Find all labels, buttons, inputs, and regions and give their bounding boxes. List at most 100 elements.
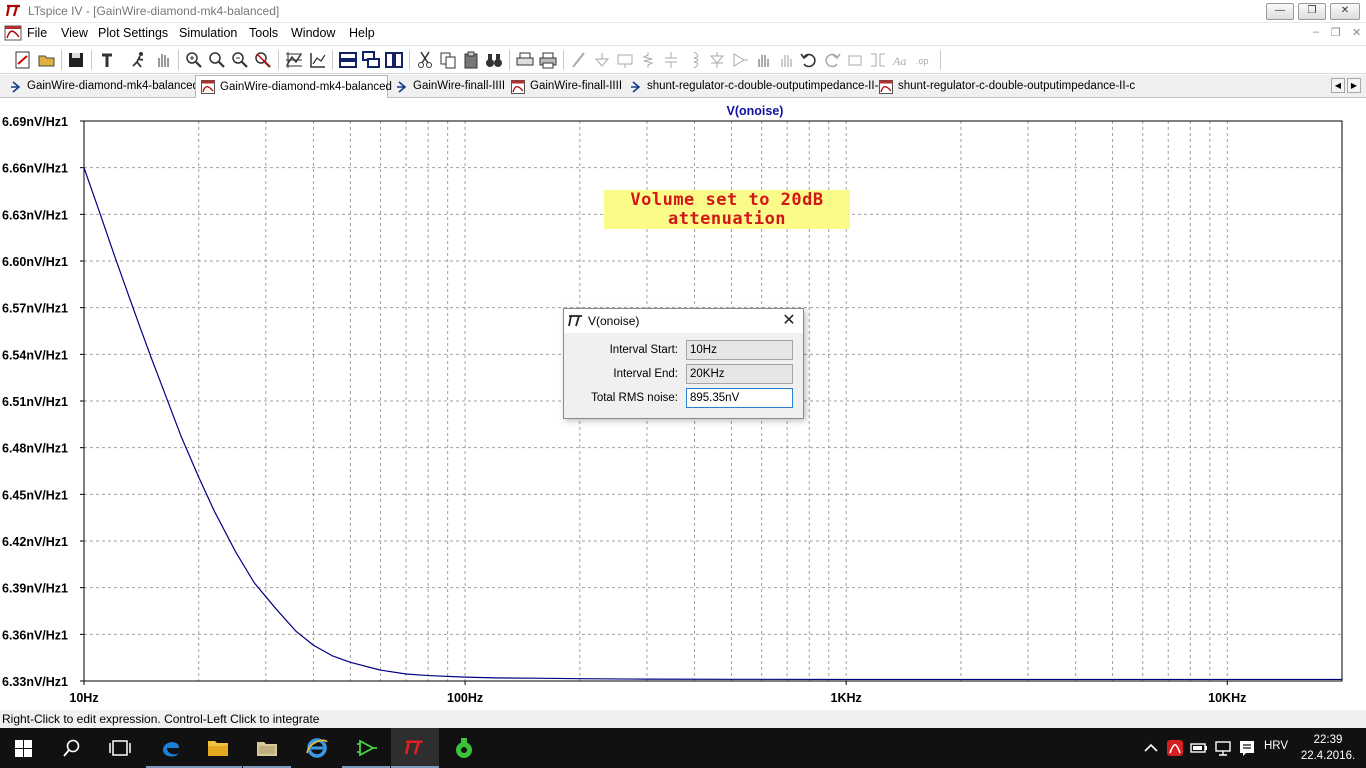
zoom-out-icon[interactable] (230, 50, 250, 70)
tab-gainwire-diamond-waveform[interactable]: GainWire-diamond-mk4-balanced (195, 75, 392, 98)
interval-end-label: Interval End: (613, 368, 678, 380)
tab-gainwire-finall-waveform[interactable]: GainWire-finall-IIII (506, 77, 622, 97)
mdi-minimize-button[interactable]: – (1313, 26, 1319, 38)
close-button[interactable]: ✕ (1330, 3, 1360, 20)
annotation-line-1: Volume set to 20dB (630, 190, 824, 210)
run-simulation-icon[interactable] (129, 50, 149, 70)
cut-scissors-icon[interactable] (415, 50, 435, 70)
show-hidden-icons-icon[interactable] (1142, 739, 1160, 757)
notifications-icon[interactable] (1238, 739, 1256, 757)
print-setup-icon[interactable] (515, 50, 535, 70)
find-binoculars-icon[interactable] (484, 50, 504, 70)
tab-label: shunt-regulator-c-double-outputimpedance… (898, 80, 1136, 92)
taskbar-ltspice-schematic[interactable] (342, 728, 390, 768)
battery-icon[interactable] (1190, 739, 1208, 757)
y-tick-label: 6.69nV/Hz1 (2, 115, 68, 129)
mdi-close-button[interactable]: ✕ (1352, 26, 1361, 39)
zoom-pan-icon[interactable] (207, 50, 227, 70)
text-icon: Aa (891, 50, 911, 70)
new-schematic-icon[interactable] (13, 50, 33, 70)
save-icon[interactable] (66, 50, 86, 70)
menu-file[interactable]: File (27, 26, 47, 40)
svg-text:Aa: Aa (892, 54, 906, 68)
menu-window[interactable]: Window (291, 26, 335, 40)
acrobat-tray-icon[interactable] (1166, 739, 1184, 757)
menu-view[interactable]: View (61, 26, 88, 40)
taskbar-ltspice-active[interactable] (391, 728, 439, 768)
tab-label: GainWire-diamond-mk4-balanced (220, 81, 392, 93)
delete-plot-icon[interactable] (308, 50, 328, 70)
cascade-windows-icon[interactable] (361, 50, 381, 70)
menu-help[interactable]: Help (349, 26, 375, 40)
taskbar-edge[interactable] (146, 728, 194, 768)
label-net-icon (615, 50, 635, 70)
halt-hand-icon[interactable] (153, 50, 173, 70)
print-icon[interactable] (538, 50, 558, 70)
dialog-close-icon[interactable]: ✕ (780, 312, 798, 330)
zoom-cancel-icon[interactable] (253, 50, 273, 70)
y-tick-label: 6.39nV/Hz1 (2, 582, 68, 596)
tab-label: GainWire-finall-IIII (413, 80, 506, 92)
ground-icon (592, 50, 612, 70)
tile-vertical-icon[interactable] (384, 50, 404, 70)
windows-taskbar: HRV 22:39 22.4.2016. (0, 728, 1366, 768)
schematic-icon (11, 81, 21, 93)
ltspice-app-icon (405, 740, 423, 755)
waveform-icon (201, 80, 215, 94)
copy-icon[interactable] (438, 50, 458, 70)
capacitor-icon (661, 50, 681, 70)
menu-simulation[interactable]: Simulation (179, 26, 237, 40)
document-waveform-icon[interactable] (4, 25, 22, 41)
start-button[interactable] (0, 728, 48, 768)
taskbar-folder-window[interactable] (243, 728, 291, 768)
opamp-schematic-icon (357, 739, 377, 757)
tab-scroll-right-button[interactable]: ▶ (1347, 78, 1361, 93)
y-tick-label: 6.60nV/Hz1 (2, 255, 68, 269)
minimize-button[interactable]: — (1266, 3, 1294, 20)
tab-gainwire-diamond-schematic[interactable]: GainWire-diamond-mk4-balanced (3, 77, 199, 97)
taskbar-file-explorer[interactable] (194, 728, 242, 768)
interval-end-field[interactable] (686, 364, 793, 384)
tab-label: shunt-regulator-c-double-outputimpedance… (647, 80, 885, 92)
y-tick-label: 6.54nV/Hz1 (2, 348, 68, 362)
system-clock[interactable]: 22:39 22.4.2016. (1296, 732, 1360, 764)
control-panel-hammer-icon[interactable] (98, 50, 118, 70)
y-tick-label: 6.63nV/Hz1 (2, 208, 68, 222)
menu-plot-settings[interactable]: Plot Settings (98, 26, 168, 40)
spice-directive-icon: .op (914, 50, 934, 70)
tab-shunt-regulator-schematic[interactable]: shunt-regulator-c-double-outputimpedance… (623, 77, 884, 97)
y-tick-label: 6.66nV/Hz1 (2, 162, 68, 176)
y-tick-label: 6.36nV/Hz1 (2, 628, 68, 642)
total-rms-noise-field[interactable] (686, 388, 793, 408)
tile-horizontal-icon[interactable] (338, 50, 358, 70)
dialog-title-bar[interactable]: V(onoise) ✕ (564, 309, 803, 333)
zoom-in-icon[interactable] (184, 50, 204, 70)
plot-annotation[interactable]: Volume set to 20dB attenuation (604, 190, 850, 229)
taskbar-green-app[interactable] (440, 728, 488, 768)
restore-button[interactable]: ❐ (1298, 3, 1326, 20)
paste-icon[interactable] (461, 50, 481, 70)
autorange-icon[interactable] (284, 50, 304, 70)
tab-shunt-regulator-waveform[interactable]: shunt-regulator-c-double-outputimpedance… (874, 77, 1135, 97)
noise-trace-line[interactable] (83, 167, 1342, 681)
input-language-indicator[interactable]: HRV (1264, 740, 1288, 752)
trace-title[interactable]: V(onoise) (727, 104, 784, 118)
menu-tools[interactable]: Tools (249, 26, 278, 40)
green-app-icon (456, 738, 472, 758)
waveform-icon (511, 80, 525, 94)
tab-scroll-left-button[interactable]: ◀ (1331, 78, 1345, 93)
undo-icon[interactable] (799, 50, 819, 70)
interval-start-label: Interval Start: (609, 344, 678, 356)
open-folder-icon[interactable] (37, 50, 57, 70)
task-view-button[interactable] (96, 728, 144, 768)
taskbar-internet-explorer[interactable] (292, 728, 340, 768)
internet-explorer-icon (306, 738, 328, 758)
tab-gainwire-finall-schematic[interactable]: GainWire-finall-IIII (389, 77, 505, 97)
windows-logo-icon (15, 740, 32, 757)
interval-start-field[interactable] (686, 340, 793, 360)
network-icon[interactable] (1214, 739, 1232, 757)
total-rms-noise-label: Total RMS noise: (591, 392, 678, 404)
mdi-restore-button[interactable]: ❐ (1331, 26, 1341, 39)
inductor-icon (684, 50, 704, 70)
search-button[interactable] (48, 728, 96, 768)
